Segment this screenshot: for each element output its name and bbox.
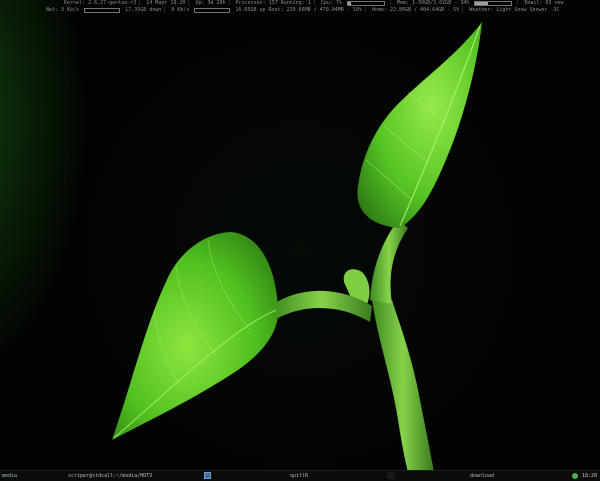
upper-stem (370, 220, 408, 304)
stem (372, 300, 434, 472)
right-leaf (357, 22, 482, 228)
window-icon[interactable] (387, 472, 395, 479)
taskbar: media scriper@stdcall:~/media/HDTV quitl… (0, 470, 600, 481)
seedling-photo (112, 22, 482, 472)
left-leaf (112, 232, 279, 440)
desktop-wallpaper (0, 0, 600, 480)
terminal-icon[interactable] (204, 472, 211, 479)
clock-icon (572, 473, 578, 479)
